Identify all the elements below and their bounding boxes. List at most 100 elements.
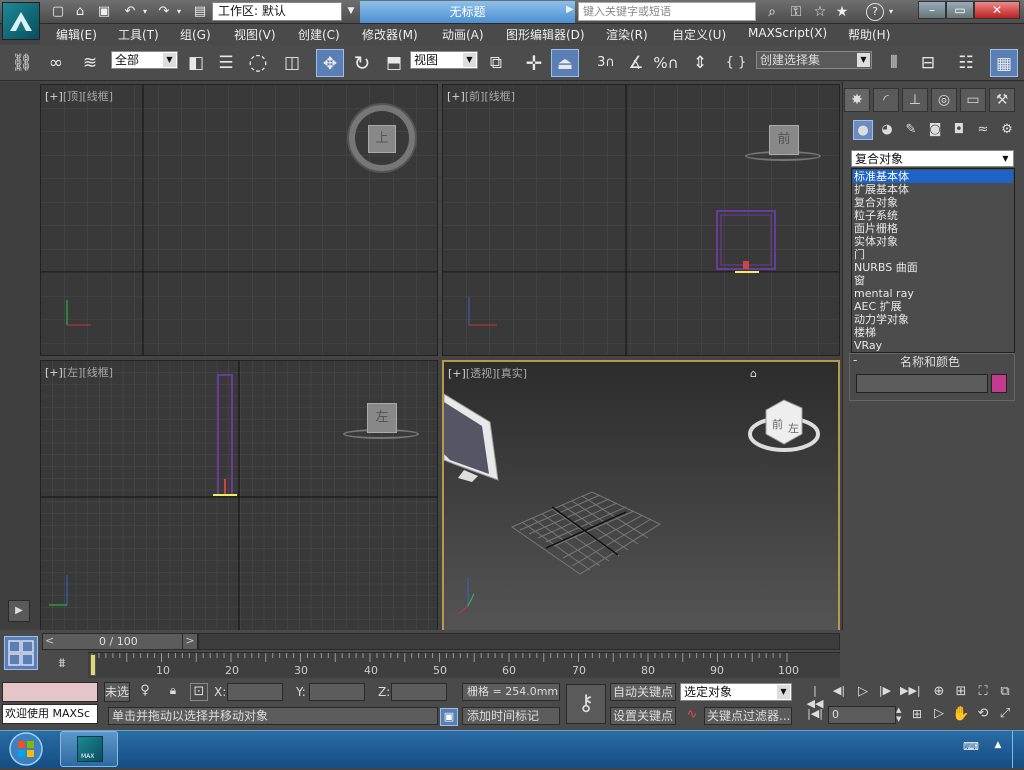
time-slider[interactable]: < 0 / 100: [42, 633, 196, 650]
y-coord-input[interactable]: [309, 683, 365, 701]
category-option[interactable]: 标准基本体: [853, 170, 1013, 183]
isolate-selection-icon[interactable]: ♀: [136, 683, 154, 701]
viewport-menu[interactable]: [+]: [447, 90, 465, 103]
viewport-menu[interactable]: [+]: [45, 366, 63, 379]
search-input[interactable]: 键入关键字或短语: [578, 2, 756, 21]
align-icon[interactable]: ⊟: [914, 49, 942, 77]
viewport-name[interactable]: [透视]: [466, 367, 497, 380]
space-warps-icon[interactable]: ≈: [973, 120, 993, 140]
cameras-icon[interactable]: ◙: [925, 120, 945, 140]
trackbar[interactable]: [88, 652, 840, 678]
object-name-input[interactable]: [856, 374, 988, 393]
add-time-tag[interactable]: 添加时间标记: [462, 707, 560, 725]
reference-coordinate-select[interactable]: 视图 ▼: [410, 51, 478, 69]
category-option[interactable]: 面片栅格: [853, 222, 1013, 235]
selection-region-icon[interactable]: ◌: [244, 49, 272, 77]
key-filter-curve-icon[interactable]: ∿: [682, 707, 702, 725]
viewport-name[interactable]: [左]: [63, 366, 83, 379]
viewcube-front-face[interactable]: 前: [772, 416, 783, 432]
pan-icon[interactable]: ✋: [952, 706, 970, 724]
category-option[interactable]: AEC 扩展: [853, 300, 1013, 313]
application-menu-button[interactable]: [2, 2, 40, 40]
zoom-extents-all-icon[interactable]: ⧉: [996, 684, 1014, 702]
viewport-shading[interactable]: [线框]: [484, 90, 515, 103]
time-slider-next-icon[interactable]: >: [182, 633, 198, 650]
next-frame-icon[interactable]: |▶: [876, 684, 894, 700]
viewport-perspective[interactable]: [+][透视][真实] 前 左 ⌂: [442, 360, 840, 633]
set-key-icon[interactable]: ⚷: [566, 684, 606, 724]
category-option[interactable]: VRay: [853, 339, 1013, 352]
undo-icon[interactable]: ↶: [120, 3, 140, 21]
binoculars-icon[interactable]: ⌕: [762, 3, 782, 21]
category-option[interactable]: mental ray: [853, 287, 1013, 300]
tray-expand-icon[interactable]: ▲: [992, 740, 1004, 754]
go-to-start-icon[interactable]: |◀◀: [806, 684, 824, 710]
category-option[interactable]: 扩展基本体: [853, 183, 1013, 196]
selection-filter-select[interactable]: 全部 ▼: [111, 51, 178, 69]
help-icon[interactable]: ?: [866, 3, 884, 21]
frame-spinner-icon[interactable]: ▲ ▼: [896, 706, 904, 724]
viewport-menu[interactable]: [+]: [448, 367, 466, 380]
viewport-name[interactable]: [前]: [465, 90, 485, 103]
viewport-top[interactable]: [+][顶][线框] 上: [40, 84, 438, 356]
time-slider-prev-icon[interactable]: <: [45, 634, 54, 647]
menu-rendering[interactable]: 渲染(R): [606, 26, 648, 43]
key-icon[interactable]: ⚿: [786, 3, 806, 21]
motion-tab-icon[interactable]: ◎: [931, 88, 957, 112]
workspace-select[interactable]: 工作区: 默认: [212, 2, 342, 21]
zoom-icon[interactable]: ⊕: [930, 684, 948, 702]
utilities-tab-icon[interactable]: ⚒: [989, 88, 1015, 112]
viewcube-top[interactable]: 上: [368, 125, 396, 153]
time-tag-icon[interactable]: ▣: [440, 708, 458, 726]
object-category-select[interactable]: 复合对象 ▼: [851, 150, 1014, 167]
viewcube-front[interactable]: 前: [769, 125, 799, 155]
spinner-snap-icon[interactable]: ⇕: [686, 49, 714, 77]
menu-maxscript[interactable]: MAXScript(X): [748, 26, 827, 40]
project-folder-icon[interactable]: ▤: [190, 3, 210, 21]
viewport-left-label[interactable]: [+][左][线框]: [45, 364, 113, 380]
viewcube-left[interactable]: 左: [367, 403, 397, 433]
viewport-name[interactable]: [顶]: [63, 90, 83, 103]
time-slider-track[interactable]: [198, 633, 840, 650]
object-color-swatch[interactable]: [991, 374, 1007, 393]
viewport-perspective-label[interactable]: [+][透视][真实]: [448, 365, 527, 381]
menu-help[interactable]: 帮助(H): [848, 26, 890, 43]
menu-views[interactable]: 视图(V): [234, 26, 276, 43]
menu-customize[interactable]: 自定义(U): [672, 26, 726, 43]
select-manipulate-icon[interactable]: ✛: [520, 49, 548, 77]
maxscript-mini-listener[interactable]: 欢迎使用 MAXSc: [2, 704, 98, 724]
new-file-icon[interactable]: ▢: [48, 3, 68, 21]
viewport-menu[interactable]: [+]: [45, 90, 63, 103]
menu-animation[interactable]: 动画(A): [442, 26, 484, 43]
previous-frame-icon[interactable]: ◀|: [830, 684, 848, 700]
mirror-icon[interactable]: ⫴: [880, 49, 908, 77]
edit-named-selection-icon[interactable]: { }: [722, 49, 750, 77]
key-mode-toggle-icon[interactable]: |◀|: [806, 707, 824, 723]
go-to-end-icon[interactable]: ▶▶|: [900, 684, 921, 700]
shapes-icon[interactable]: ◕: [877, 120, 897, 140]
viewport-front-label[interactable]: [+][前][线框]: [447, 88, 515, 104]
close-button[interactable]: ✕: [974, 1, 1020, 19]
create-tab-icon[interactable]: ✸: [844, 88, 870, 112]
select-object-icon[interactable]: ◧: [182, 49, 210, 77]
render-setup-icon[interactable]: ▦: [990, 49, 1018, 77]
maximize-viewport-icon[interactable]: ⤢: [996, 706, 1014, 724]
window-crossing-icon[interactable]: ◫: [278, 49, 306, 77]
percent-snap-icon[interactable]: %∩: [652, 49, 680, 77]
viewport-shading[interactable]: [真实]: [496, 367, 527, 380]
curve-editor-icon[interactable]: ⩩: [52, 656, 72, 674]
menu-modifiers[interactable]: 修改器(M): [362, 26, 418, 43]
select-scale-icon[interactable]: ⬒: [380, 49, 408, 77]
select-rotate-icon[interactable]: ↻: [348, 49, 376, 77]
zoom-extents-icon[interactable]: ⛶: [974, 684, 992, 702]
category-option[interactable]: 复合对象: [853, 196, 1013, 209]
link-icon[interactable]: ⛓: [8, 49, 36, 77]
category-option[interactable]: 门: [853, 248, 1013, 261]
helpers-icon[interactable]: ◘: [949, 120, 969, 140]
snaps-toggle-icon[interactable]: 3∩: [592, 49, 620, 77]
bind-space-warp-icon[interactable]: ≋: [76, 49, 104, 77]
star-icon[interactable]: ★: [832, 3, 852, 21]
favorites-icon[interactable]: ☆: [810, 3, 830, 21]
viewport-shading[interactable]: [线框]: [82, 90, 113, 103]
key-filters-button[interactable]: 关键点过滤器...: [704, 707, 792, 725]
